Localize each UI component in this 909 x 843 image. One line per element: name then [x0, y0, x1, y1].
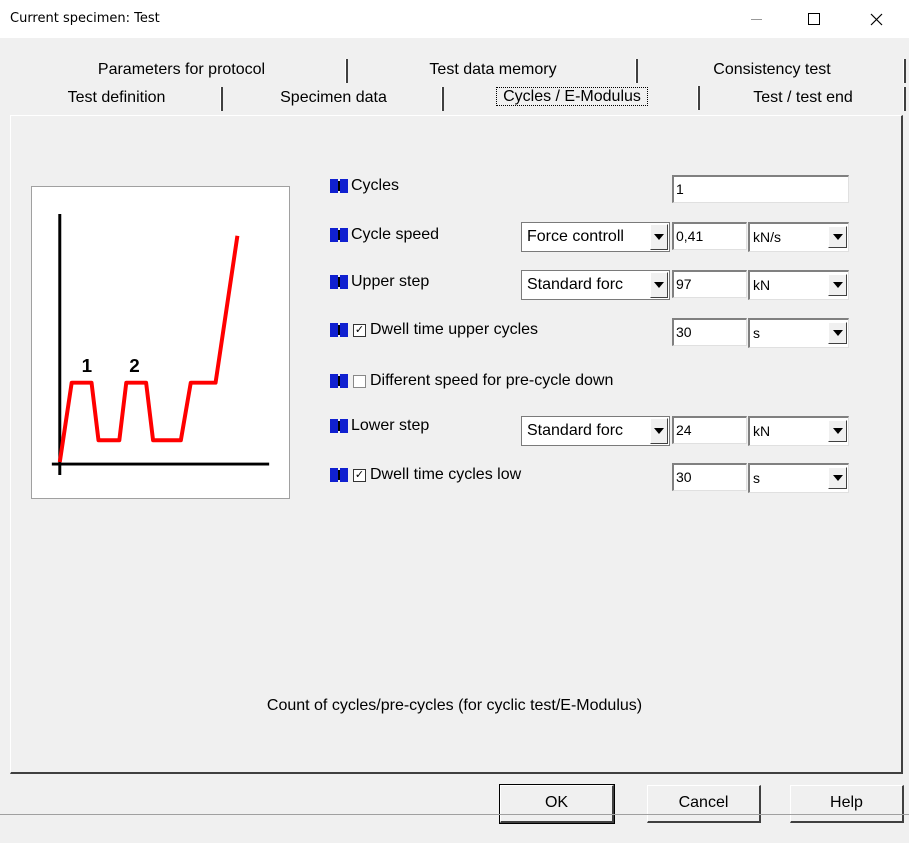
- cycles-row: Cycles: [330, 172, 399, 200]
- window-title: Current specimen: Test: [10, 11, 160, 26]
- upper-step-row: Upper step: [330, 268, 429, 296]
- diagram-cycle-line: [57, 235, 240, 463]
- flag-icon[interactable]: [330, 373, 350, 389]
- cycle-speed-row: Cycle speed: [330, 221, 439, 249]
- chevron-down-icon[interactable]: [650, 418, 668, 444]
- dwell-upper-checkbox[interactable]: ✓: [353, 323, 366, 337]
- minimize-icon[interactable]: [733, 0, 779, 38]
- lower-step-input[interactable]: 24: [672, 416, 747, 444]
- cycle-diagram: 1 2: [31, 186, 290, 499]
- tab-test-definition[interactable]: Test definition: [10, 87, 223, 111]
- chevron-down-icon[interactable]: [828, 322, 847, 344]
- dwell-low-unit-select[interactable]: s: [748, 463, 849, 493]
- dwell-low-label: Dwell time cycles low: [370, 466, 522, 483]
- diff-speed-checkbox[interactable]: [353, 374, 366, 388]
- flag-icon[interactable]: [330, 418, 350, 434]
- chevron-down-icon[interactable]: [828, 467, 847, 489]
- tab-cycles-e-modulus[interactable]: Cycles / E-Modulus: [444, 86, 700, 110]
- close-icon[interactable]: [853, 0, 899, 38]
- status-hint: Count of cycles/pre-cycles (for cyclic t…: [266, 697, 643, 714]
- title-bar: Current specimen: Test: [0, 0, 909, 38]
- upper-step-unit-select[interactable]: kN: [748, 270, 849, 300]
- ok-button[interactable]: OK: [499, 784, 615, 824]
- cycle-speed-label: Cycle speed: [351, 226, 440, 243]
- flag-icon[interactable]: [330, 274, 350, 290]
- diff-speed-label: Different speed for pre-cycle down: [370, 372, 614, 389]
- maximize-icon[interactable]: [791, 0, 837, 38]
- lower-step-mode-select[interactable]: Standard forc: [521, 416, 670, 446]
- divider: [0, 814, 909, 815]
- tab-consistency-test[interactable]: Consistency test: [638, 59, 906, 83]
- dwell-upper-row: ✓ Dwell time upper cycles: [330, 316, 538, 344]
- flag-icon[interactable]: [330, 322, 350, 338]
- lower-step-unit-select[interactable]: kN: [748, 416, 849, 446]
- chevron-down-icon[interactable]: [828, 274, 847, 296]
- tab-specimen-data[interactable]: Specimen data: [223, 87, 444, 111]
- tab-test-data-memory[interactable]: Test data memory: [348, 59, 638, 83]
- dwell-low-checkbox[interactable]: ✓: [353, 468, 366, 482]
- dwell-low-row: ✓ Dwell time cycles low: [330, 461, 521, 489]
- upper-step-label: Upper step: [351, 273, 430, 290]
- cancel-button[interactable]: Cancel: [647, 785, 761, 823]
- help-button[interactable]: Help: [790, 785, 904, 823]
- cycle-speed-mode-select[interactable]: Force controll: [521, 222, 670, 252]
- diagram-label-2: 2: [129, 355, 139, 376]
- cycle-speed-input[interactable]: 0,41: [672, 222, 747, 250]
- upper-step-mode-select[interactable]: Standard forc: [521, 270, 670, 300]
- chevron-down-icon[interactable]: [650, 224, 668, 250]
- chevron-down-icon[interactable]: [828, 226, 847, 248]
- diagram-label-1: 1: [82, 355, 92, 376]
- flag-icon[interactable]: [330, 178, 350, 194]
- chevron-down-icon[interactable]: [650, 272, 668, 298]
- cycles-input[interactable]: 1: [672, 175, 849, 203]
- flag-icon[interactable]: [330, 467, 350, 483]
- lower-step-label: Lower step: [351, 417, 430, 434]
- chevron-down-icon[interactable]: [828, 420, 847, 442]
- tab-test-test-end[interactable]: Test / test end: [700, 87, 906, 111]
- dwell-upper-input[interactable]: 30: [672, 318, 747, 346]
- dwell-upper-unit-select[interactable]: s: [748, 318, 849, 348]
- flag-icon[interactable]: [330, 227, 350, 243]
- dwell-low-input[interactable]: 30: [672, 463, 747, 491]
- cycle-speed-unit-select[interactable]: kN/s: [748, 222, 849, 252]
- diff-speed-row: Different speed for pre-cycle down: [330, 367, 613, 395]
- lower-step-row: Lower step: [330, 412, 429, 440]
- tab-parameters-for-protocol[interactable]: Parameters for protocol: [15, 59, 348, 83]
- cycles-label: Cycles: [351, 177, 400, 194]
- upper-step-input[interactable]: 97: [672, 270, 747, 298]
- dwell-upper-label: Dwell time upper cycles: [370, 321, 539, 338]
